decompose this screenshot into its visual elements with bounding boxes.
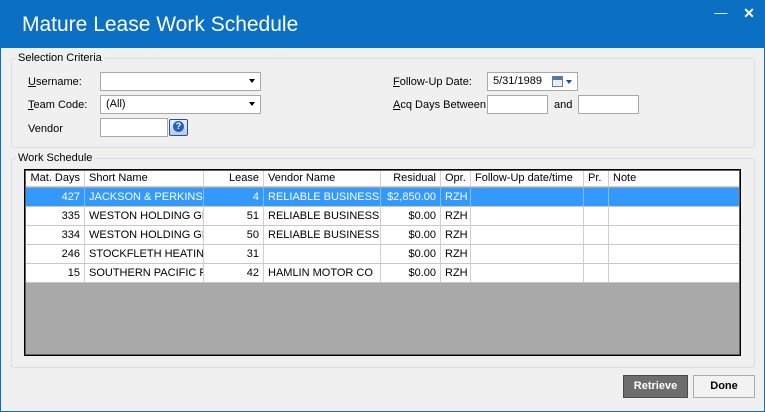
table-row[interactable]: 334WESTON HOLDING GR...50RELIABLE BUSINE… [25, 226, 740, 245]
col-opr-header[interactable]: Opr. [441, 170, 471, 186]
vendor-name-cell[interactable]: RELIABLE BUSINESS E... [264, 188, 381, 206]
opr-cell[interactable]: RZH [441, 188, 471, 206]
vendor-name-cell[interactable] [264, 245, 381, 263]
opr-cell[interactable]: RZH [441, 264, 471, 282]
residual-cell[interactable]: $0.00 [381, 207, 441, 225]
short-name-cell[interactable]: JACKSON & PERKINS [85, 188, 204, 206]
note-cell[interactable] [609, 207, 740, 225]
chevron-down-icon [249, 79, 255, 83]
title-bar: Mature Lease Work Schedule — ✕ [0, 0, 765, 48]
note-cell[interactable] [609, 264, 740, 282]
table-row[interactable]: 15 SOUTHERN PACIFIC RR 42 HAMLIN MOTOR CO $0… [25, 264, 740, 283]
vendor-input[interactable] [100, 118, 168, 137]
username-combo[interactable] [100, 72, 261, 91]
chevron-down-icon [249, 102, 255, 106]
opr-cell[interactable]: RZH [441, 207, 471, 225]
vendor-name-cell[interactable]: RELIABLE BUSINESS E... [264, 226, 381, 244]
acq-days-from-input[interactable] [487, 95, 548, 114]
team-code-value: (All) [106, 98, 126, 110]
residual-cell[interactable]: $0.00 [381, 264, 441, 282]
vendor-lookup-button[interactable]: ? [169, 119, 188, 136]
selection-criteria-legend: Selection Criteria [16, 52, 104, 64]
opr-cell[interactable]: RZH [441, 245, 471, 263]
minimize-icon[interactable]: — [711, 4, 731, 22]
vendor-name-cell[interactable]: HAMLIN MOTOR CO [264, 264, 381, 282]
mat-days-cell[interactable]: 246 [25, 245, 85, 263]
work-schedule-grid[interactable]: Mat. Days Short Name Lease Vendor Name Resid… [24, 169, 741, 356]
vendor-label: Vendor [28, 123, 63, 135]
lease-cell[interactable]: 51 [204, 207, 264, 225]
work-schedule-legend: Work Schedule [16, 152, 95, 164]
lease-cell[interactable]: 50 [204, 226, 264, 244]
retrieve-button[interactable]: Retrieve [623, 375, 688, 398]
table-row[interactable]: 246 STOCKFLETH HEATING 31 $0.00 RZH [25, 245, 740, 264]
mat-days-cell[interactable]: 427 [25, 188, 85, 206]
col-lease-header[interactable]: Lease [204, 170, 264, 186]
short-name-cell[interactable]: STOCKFLETH HEATING [85, 245, 204, 263]
residual-cell[interactable]: $0.00 [381, 245, 441, 263]
lease-cell[interactable]: 4 [204, 188, 264, 206]
col-mat-days-header[interactable]: Mat. Days [25, 170, 85, 186]
note-cell[interactable] [609, 245, 740, 263]
window-title: Mature Lease Work Schedule [22, 13, 299, 36]
mat-days-cell[interactable]: 15 [25, 264, 85, 282]
col-pr-header[interactable]: Pr. [584, 170, 609, 186]
follow-up-cell[interactable] [471, 188, 584, 206]
done-button[interactable]: Done [693, 375, 755, 398]
username-label: Username: [28, 76, 82, 88]
acq-days-label: Acq Days Between [393, 99, 486, 111]
follow-up-cell[interactable] [471, 207, 584, 225]
follow-up-cell[interactable] [471, 245, 584, 263]
team-code-combo[interactable]: (All) [100, 95, 261, 114]
table-row[interactable]: 335WESTON HOLDING GR...51RELIABLE BUSINE… [25, 207, 740, 226]
col-short-name-header[interactable]: Short Name [85, 170, 204, 186]
pr-cell[interactable] [584, 245, 609, 263]
follow-up-date-value: 5/31/1989 [493, 75, 542, 87]
short-name-cell[interactable]: WESTON HOLDING GR... [85, 207, 204, 225]
calendar-icon[interactable] [552, 76, 563, 87]
pr-cell[interactable] [584, 226, 609, 244]
short-name-cell[interactable]: WESTON HOLDING GR... [85, 226, 204, 244]
grid-header: Mat. Days Short Name Lease Vendor Name Resid… [25, 170, 740, 187]
mat-days-cell[interactable]: 335 [25, 207, 85, 225]
note-cell[interactable] [609, 226, 740, 244]
col-residual-header[interactable]: Residual [381, 170, 441, 186]
short-name-cell[interactable]: SOUTHERN PACIFIC RR [85, 264, 204, 282]
pr-cell[interactable] [584, 188, 609, 206]
mat-days-cell[interactable]: 334 [25, 226, 85, 244]
residual-cell[interactable]: $0.00 [381, 226, 441, 244]
col-note-header[interactable]: Note [609, 170, 740, 186]
follow-up-cell[interactable] [471, 226, 584, 244]
follow-up-date-label: Follow-Up Date: [393, 76, 472, 88]
pr-cell[interactable] [584, 207, 609, 225]
note-cell[interactable] [609, 188, 740, 206]
lease-cell[interactable]: 42 [204, 264, 264, 282]
close-icon[interactable]: ✕ [739, 4, 759, 22]
table-row[interactable]: 427JACKSON & PERKINS4RELIABLE BUSINESS E… [25, 188, 740, 207]
col-follow-up-header[interactable]: Follow-Up date/time [471, 170, 584, 186]
lease-cell[interactable]: 31 [204, 245, 264, 263]
pr-cell[interactable] [584, 264, 609, 282]
team-code-label: Team Code: [28, 99, 88, 111]
help-icon: ? [173, 121, 184, 132]
residual-cell[interactable]: $2,850.00 [381, 188, 441, 206]
vendor-name-cell[interactable]: RELIABLE BUSINESS E... [264, 207, 381, 225]
col-vendor-name-header[interactable]: Vendor Name [264, 170, 381, 186]
follow-up-cell[interactable] [471, 264, 584, 282]
chevron-down-icon[interactable] [566, 80, 572, 84]
follow-up-date-picker[interactable]: 5/31/1989 [487, 72, 578, 91]
opr-cell[interactable]: RZH [441, 226, 471, 244]
acq-days-and-label: and [554, 99, 573, 111]
acq-days-to-input[interactable] [578, 95, 639, 114]
